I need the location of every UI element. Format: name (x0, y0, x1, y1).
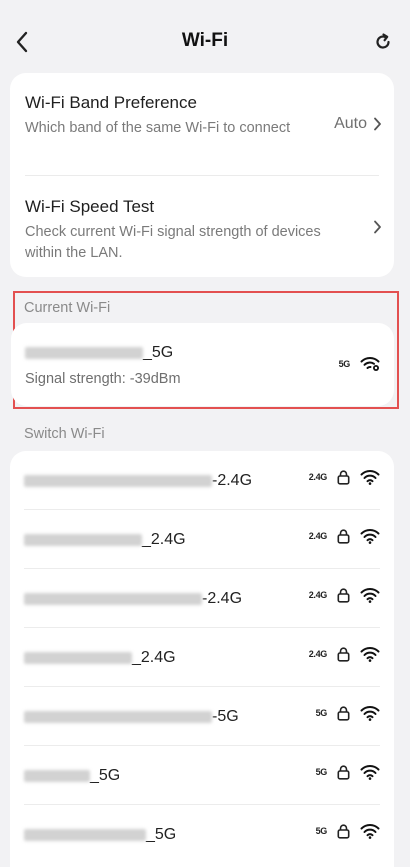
current-wifi-card[interactable]: _5G Signal strength: -39dBm 5G (11, 323, 394, 406)
wifi-signal-icon (360, 529, 380, 544)
network-ssid: _5G (24, 826, 176, 844)
speed-test-subtitle: Check current Wi-Fi signal strength of d… (25, 224, 321, 261)
current-wifi-icons: 5G (339, 356, 380, 372)
redacted-ssid (24, 593, 202, 605)
speed-test-arrow[interactable] (373, 220, 382, 234)
refresh-button[interactable] (372, 31, 394, 53)
network-ssid: _2.4G (24, 531, 186, 549)
redacted-ssid (24, 770, 90, 782)
network-ssid: -2.4G (24, 590, 242, 608)
network-icons: 5G (316, 823, 380, 839)
band-badge: 2.4G (308, 649, 328, 659)
network-ssid-suffix: -5G (212, 708, 239, 725)
band-badge: 5G (315, 708, 328, 718)
wifi-network-row[interactable]: _5G 5G (10, 746, 394, 805)
network-ssid-suffix: -2.4G (202, 590, 243, 607)
network-icons: 5G (316, 764, 380, 780)
band-badge: 2.4G (308, 590, 328, 600)
lock-icon (337, 646, 350, 662)
lock-icon (337, 528, 350, 544)
network-icons: 2.4G (309, 469, 380, 485)
current-wifi-ssid: _5G (25, 344, 173, 362)
speed-test-title: Wi-Fi Speed Test (25, 197, 155, 216)
network-icons: 2.4G (309, 528, 380, 544)
wifi-network-row[interactable]: _2.4G 2.4G (10, 628, 394, 687)
band-badge: 5G (315, 767, 328, 777)
signal-strength-text: Signal strength: -39dBm (25, 371, 181, 387)
network-ssid: _5G (24, 767, 120, 785)
speed-test-row[interactable]: Wi-Fi Speed Test Check current Wi-Fi sig… (25, 197, 380, 267)
redacted-ssid (24, 829, 146, 841)
band-badge: 5G (315, 826, 328, 836)
lock-icon (337, 705, 350, 721)
redacted-ssid (25, 347, 143, 359)
wifi-signal-icon (360, 824, 380, 839)
wifi-signal-icon (360, 470, 380, 485)
current-wifi-ssid-suffix: _5G (143, 344, 174, 361)
wifi-network-row[interactable]: -5G 5G (10, 687, 394, 746)
wifi-signal-icon (360, 765, 380, 780)
wifi-signal-icon (360, 588, 380, 603)
band-preference-value-text: Auto (334, 115, 367, 132)
band-badge: 5G (338, 359, 351, 369)
page-title: Wi-Fi (181, 30, 229, 51)
wifi-signal-icon (360, 706, 380, 721)
lock-icon (337, 764, 350, 780)
wifi-network-row[interactable]: _5G 5G (10, 805, 394, 864)
wifi-network-row[interactable]: -2.4G 2.4G (10, 569, 394, 628)
switch-wifi-label: Switch Wi-Fi (24, 426, 105, 442)
lock-icon (337, 587, 350, 603)
chevron-right-icon (374, 220, 381, 234)
band-badge: 2.4G (308, 472, 328, 482)
wifi-connected-icon (360, 357, 380, 371)
network-icons: 5G (316, 705, 380, 721)
network-ssid: _2.4G (24, 649, 176, 667)
network-ssid-suffix: _2.4G (132, 649, 176, 666)
lock-icon (337, 823, 350, 839)
settings-card: Wi-Fi Band Preference Which band of the … (10, 73, 394, 277)
network-icons: 2.4G (309, 587, 380, 603)
network-ssid-suffix: _5G (146, 826, 177, 843)
redacted-ssid (24, 652, 132, 664)
network-ssid-suffix: -2.4G (212, 472, 253, 489)
wifi-signal-icon (360, 647, 380, 662)
wifi-network-row[interactable]: _2.4G 2.4G (10, 510, 394, 569)
divider (25, 175, 379, 176)
redacted-ssid (24, 475, 212, 487)
current-wifi-label: Current Wi-Fi (24, 300, 111, 316)
band-badge: 2.4G (308, 531, 328, 541)
lock-icon (337, 469, 350, 485)
network-ssid: -2.4G (24, 472, 252, 490)
band-preference-title: Wi-Fi Band Preference (25, 93, 197, 112)
wifi-list-card: -2.4G 2.4G _2.4G 2.4G -2.4G 2.4G _2.4G 2… (10, 451, 394, 867)
redacted-ssid (24, 711, 212, 723)
band-preference-value[interactable]: Auto (334, 115, 382, 133)
band-preference-subtitle: Which band of the same Wi-Fi to connect (25, 120, 291, 136)
network-ssid-suffix: _5G (90, 767, 121, 784)
refresh-icon (376, 33, 390, 49)
network-ssid-suffix: _2.4G (142, 531, 186, 548)
chevron-right-icon (374, 117, 381, 131)
network-ssid: -5G (24, 708, 239, 726)
wifi-network-row[interactable]: -2.4G 2.4G (10, 451, 394, 510)
header-bar: Wi-Fi (0, 0, 410, 70)
band-preference-row[interactable]: Wi-Fi Band Preference Which band of the … (25, 93, 380, 163)
redacted-ssid (24, 534, 142, 546)
network-icons: 2.4G (309, 646, 380, 662)
